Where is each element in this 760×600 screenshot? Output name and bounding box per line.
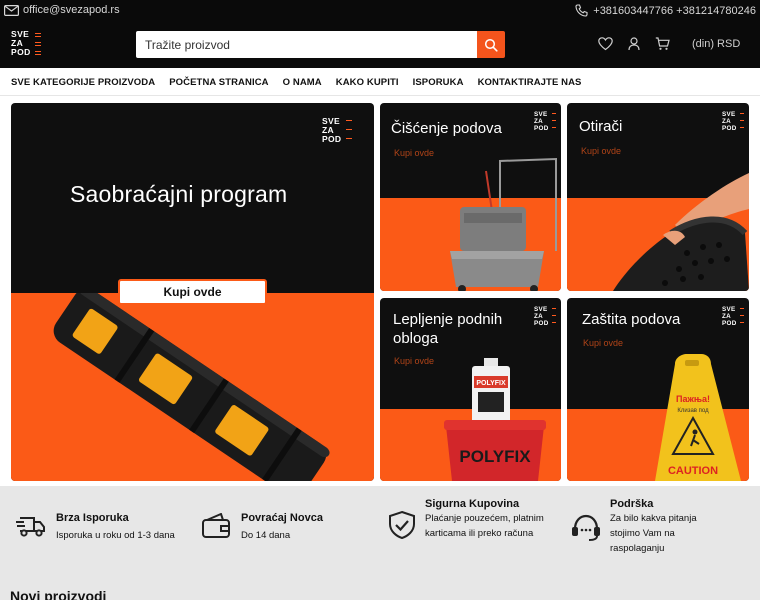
tile-floor-cleaning[interactable]: SVE ZA POD Čišćenje podova Kupi ovde bbox=[380, 103, 561, 291]
polyfix-bucket-label: POLYFIX bbox=[459, 447, 531, 466]
tile-logo: SVE ZA POD bbox=[722, 306, 744, 328]
hero-logo-line-3: POD bbox=[322, 134, 342, 144]
feature-support: Podrška Za bilo kakva pitanja stojimo Va… bbox=[570, 498, 710, 556]
hero-banner[interactable]: SVE ZA POD Saobraćajni program Kupi ovde bbox=[11, 103, 374, 481]
feature-fast-delivery: Brza Isporuka Isporuka u roku od 1-3 dan… bbox=[16, 512, 216, 543]
currency-selector[interactable]: (din) RSD bbox=[692, 38, 740, 50]
feature-title: Podrška bbox=[610, 498, 654, 510]
phone-icon bbox=[575, 4, 588, 17]
feature-desc: Isporuka u roku od 1-3 dana bbox=[56, 530, 175, 541]
contact-phones[interactable]: +381603447766 +381214780246 bbox=[575, 4, 756, 17]
main-nav: SVE KATEGORIJE PROIZVODA POČETNA STRANIC… bbox=[0, 68, 760, 96]
tile-logo: SVE ZA POD bbox=[722, 111, 744, 133]
search-button[interactable] bbox=[477, 31, 505, 58]
new-products-heading: Novi proizvodi bbox=[10, 588, 107, 600]
nav-item-about[interactable]: O NAMA bbox=[283, 77, 322, 88]
cart-icon[interactable] bbox=[655, 37, 670, 51]
nav-item-contact[interactable]: KONTAKTIRAJTE NAS bbox=[478, 77, 582, 88]
mat-hand-image bbox=[613, 173, 749, 291]
tile-title: Otirači bbox=[579, 118, 623, 135]
truck-icon bbox=[16, 517, 45, 537]
hero-buy-button[interactable]: Kupi ovde bbox=[118, 279, 267, 305]
tile-title: Čišćenje podova bbox=[391, 120, 502, 137]
mop-cart-image bbox=[450, 157, 557, 291]
feature-secure-shopping: Sigurna Kupovina Plaćanje pouzećem, plat… bbox=[388, 498, 568, 541]
contact-email[interactable]: office@svezapod.rs bbox=[4, 4, 120, 16]
mail-icon bbox=[4, 4, 19, 16]
nav-item-delivery[interactable]: ISPORUKA bbox=[413, 77, 464, 88]
nav-item-categories[interactable]: SVE KATEGORIJE PROIZVODA bbox=[11, 77, 155, 88]
feature-desc: Za bilo kakva pitanja stojimo Vam na ras… bbox=[610, 513, 697, 554]
search-input[interactable]: Tražite proizvod bbox=[136, 31, 477, 58]
feature-money-back: Povraćaj Novca Do 14 dana bbox=[201, 512, 361, 543]
tile-buy-link[interactable]: Kupi ovde bbox=[394, 356, 434, 366]
nav-item-how-to-buy[interactable]: KAKO KUPITI bbox=[336, 77, 399, 88]
sign-subtext: Клизав под bbox=[677, 408, 709, 414]
feature-desc: Do 14 dana bbox=[241, 530, 291, 541]
feature-title: Povraćaj Novca bbox=[241, 512, 323, 524]
user-icon[interactable] bbox=[628, 37, 640, 51]
tile-buy-link[interactable]: Kupi ovde bbox=[581, 146, 621, 156]
contact-bar: office@svezapod.rs +381603447766 +381214… bbox=[0, 0, 760, 22]
heart-icon[interactable] bbox=[598, 37, 613, 51]
features-bar: Brza Isporuka Isporuka u roku od 1-3 dan… bbox=[0, 486, 760, 600]
tile-buy-link[interactable]: Kupi ovde bbox=[583, 338, 623, 348]
wallet-icon bbox=[202, 513, 230, 538]
contact-email-text: office@svezapod.rs bbox=[23, 4, 120, 16]
tile-title: Zaštita podova bbox=[582, 311, 681, 328]
feature-title: Sigurna Kupovina bbox=[425, 498, 520, 510]
shield-check-icon bbox=[389, 510, 415, 540]
hero-logo: SVE ZA POD bbox=[322, 117, 352, 147]
site-header: SVE ZA POD Tražite proizvod (din) RSD bbox=[0, 22, 760, 68]
hero-title: Saobraćajni program bbox=[70, 181, 288, 207]
feature-desc: Plaćanje pouzećem, platnim karticama ili… bbox=[425, 513, 544, 539]
site-logo[interactable]: SVE ZA POD bbox=[11, 30, 41, 60]
polyfix-bottle-label: POLYFIX bbox=[476, 380, 506, 387]
polyfix-products-image: POLYFIX POLYFIX bbox=[444, 358, 546, 481]
sign-warning-text: Пажња! bbox=[676, 394, 710, 404]
feature-title: Brza Isporuka bbox=[56, 512, 129, 524]
tile-title: Lepljenje podnih obloga bbox=[393, 311, 503, 347]
contact-phones-text: +381603447766 +381214780246 bbox=[593, 4, 756, 17]
tile-logo: SVE ZA POD bbox=[534, 111, 556, 133]
caution-sign-image: Пажња! Клизав под CAUTION bbox=[655, 354, 741, 481]
tile-buy-link[interactable]: Kupi ovde bbox=[394, 148, 434, 158]
headset-icon bbox=[572, 514, 600, 541]
tile-floor-glue[interactable]: SVE ZA POD Lepljenje podnih obloga Kupi ov… bbox=[380, 298, 561, 481]
search-icon bbox=[484, 38, 498, 52]
nav-item-home[interactable]: POČETNA STRANICA bbox=[169, 77, 268, 88]
sign-caution-text: CAUTION bbox=[668, 465, 718, 477]
tile-floor-protection[interactable]: SVE ZA POD Zaštita podova Kupi ovde Пажња!… bbox=[567, 298, 749, 481]
logo-line-3: POD bbox=[11, 47, 31, 57]
speed-bump-image bbox=[53, 293, 330, 481]
tile-door-mats[interactable]: SVE ZA POD Otirači Kupi ovde bbox=[567, 103, 749, 291]
